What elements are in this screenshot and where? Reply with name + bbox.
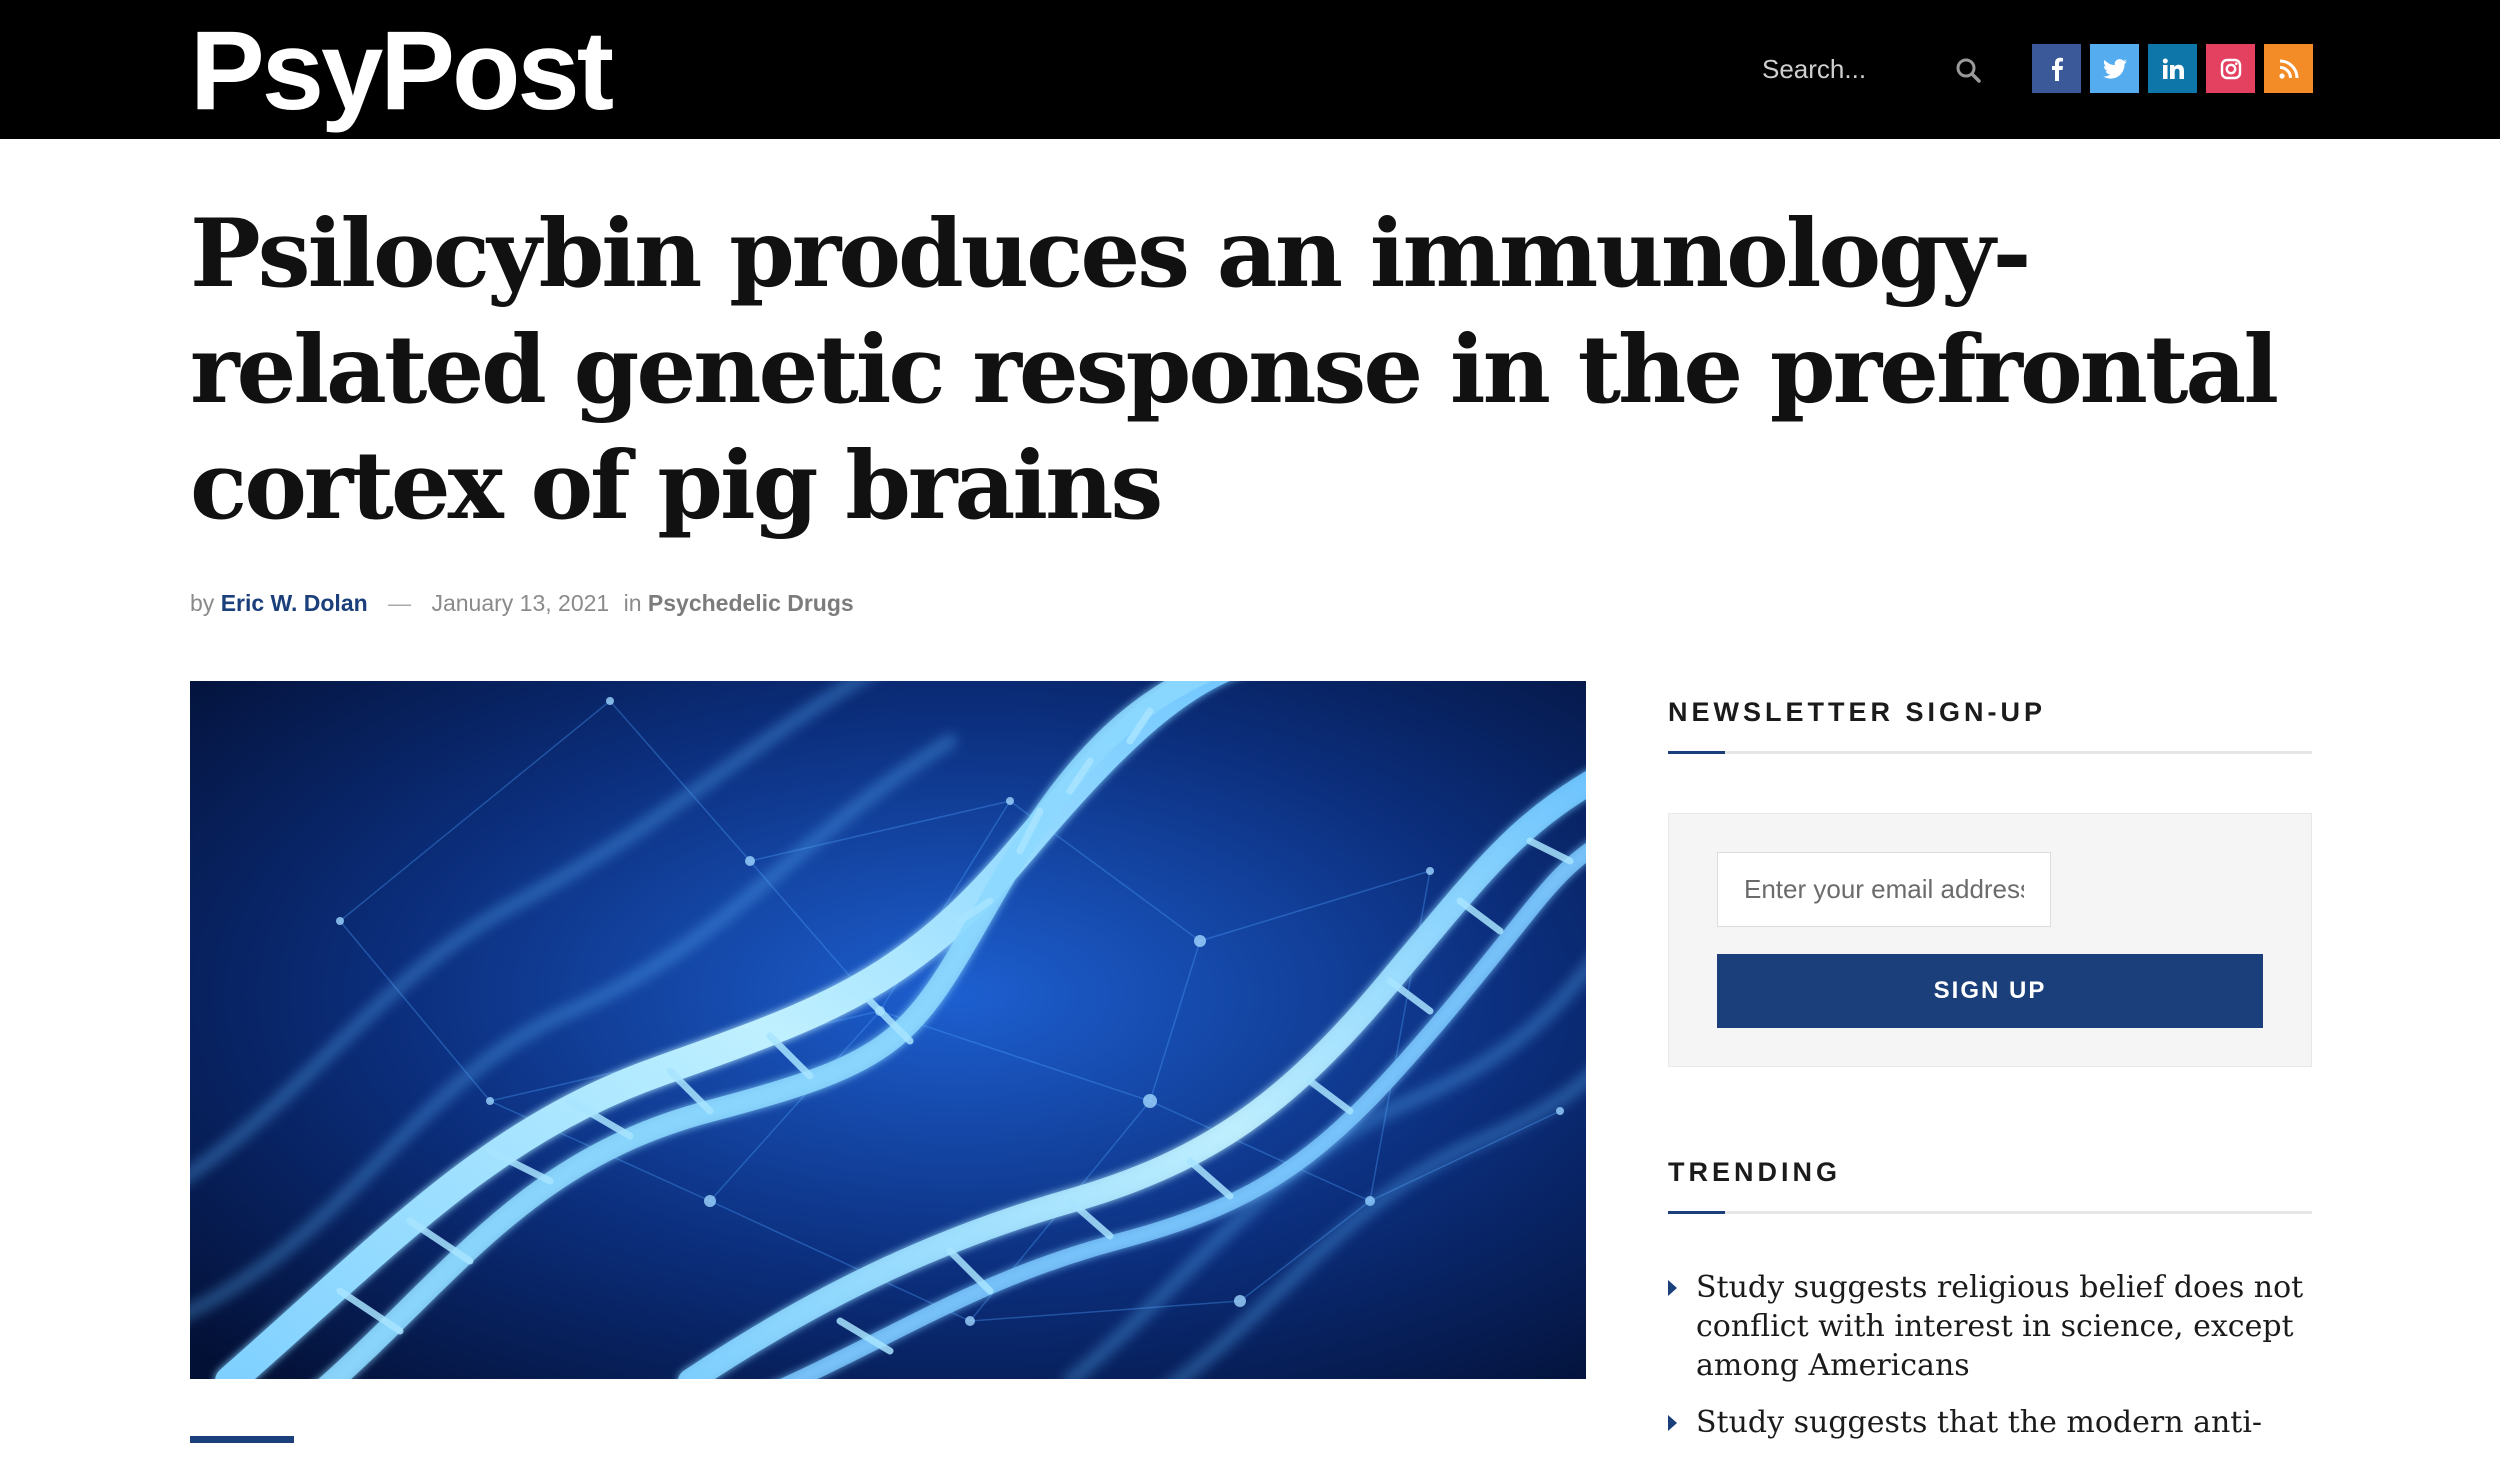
trending-list: Study suggests religious belief does not… (1668, 1268, 2312, 1460)
triangle-bullet-icon (1668, 1415, 1677, 1431)
trending-link[interactable]: Study suggests that the modern anti- (1696, 1405, 2262, 1440)
article-byline: by Eric W. Dolan — January 13, 2021 in P… (190, 588, 854, 618)
instagram-icon[interactable] (2206, 44, 2255, 93)
twitter-icon[interactable] (2090, 44, 2139, 93)
social-links (2032, 44, 2313, 93)
underline-accent (1668, 751, 1725, 754)
trending-title: TRENDING (1668, 1157, 1841, 1187)
category-link[interactable]: Psychedelic Drugs (648, 590, 854, 616)
article-title: Psilocybin produces an immunology-relate… (190, 199, 2279, 541)
underline-accent (1668, 1211, 1725, 1214)
hero-image (190, 681, 1586, 1379)
list-item[interactable]: Study suggests that the modern anti- (1668, 1403, 2312, 1442)
email-field[interactable] (1717, 852, 2051, 927)
search-icon[interactable] (1954, 56, 1982, 84)
byline-separator: — (388, 590, 412, 616)
triangle-bullet-icon (1668, 1280, 1677, 1296)
sign-up-button[interactable]: SIGN UP (1717, 954, 2263, 1028)
newsletter-form: SIGN UP (1668, 813, 2312, 1067)
author-link[interactable]: Eric W. Dolan (221, 590, 368, 616)
site-header: PsyPost (0, 0, 2500, 139)
newsletter-title: NEWSLETTER SIGN-UP (1668, 697, 2047, 727)
linkedin-icon[interactable] (2148, 44, 2197, 93)
byline-prefix: by (190, 590, 215, 616)
search-input[interactable] (1762, 42, 1942, 96)
content-accent-bar (190, 1436, 294, 1443)
publish-date: January 13, 2021 (431, 590, 610, 616)
search-box (1762, 42, 1992, 96)
category-prefix: in (623, 590, 642, 616)
site-logo[interactable]: PsyPost (190, 6, 614, 136)
dna-helix-illustration (190, 681, 1586, 1379)
list-item[interactable]: Study suggests religious belief does not… (1668, 1268, 2312, 1385)
facebook-icon[interactable] (2032, 44, 2081, 93)
trending-title-underline (1668, 1211, 2312, 1214)
trending-link[interactable]: Study suggests religious belief does not… (1696, 1270, 2303, 1383)
newsletter-title-underline (1668, 751, 2312, 754)
rss-icon[interactable] (2264, 44, 2313, 93)
